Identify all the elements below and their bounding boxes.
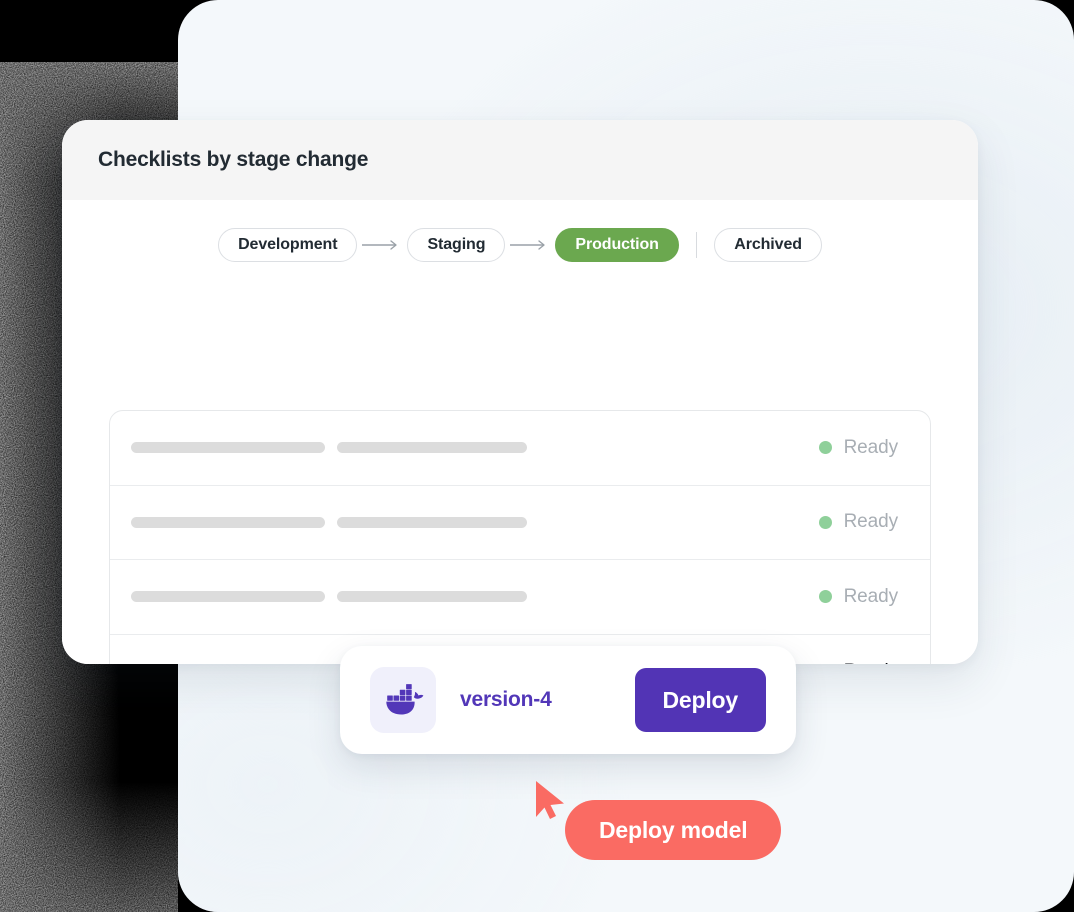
table-row[interactable]: Ready xyxy=(110,486,930,560)
deploy-button[interactable]: Deploy xyxy=(634,668,766,732)
table-row[interactable]: Ready xyxy=(110,560,930,635)
status-badge: Ready xyxy=(818,511,909,533)
checklist-list: Ready Ready Ready xyxy=(109,410,931,664)
status-badge: Ready xyxy=(818,436,909,459)
arrow-right-icon xyxy=(505,239,555,251)
checklists-card: Checklists by stage change Development S… xyxy=(62,120,978,664)
skeleton-bar xyxy=(131,516,325,528)
skeleton-bar xyxy=(337,591,527,603)
table-row[interactable]: Ready xyxy=(110,411,930,486)
status-dot-icon xyxy=(818,590,832,604)
status-badge: Ready xyxy=(818,585,909,608)
status-dot-icon xyxy=(818,441,832,455)
skeleton-bar xyxy=(337,442,527,454)
version-label: version-4 xyxy=(460,688,552,711)
row-placeholder-group xyxy=(131,516,527,528)
card-header: Checklists by stage change xyxy=(62,120,978,200)
stage-pill-production[interactable]: Production xyxy=(555,228,679,262)
stage-pipeline: Development Staging Production Archived xyxy=(62,200,978,262)
card-body: Development Staging Production Archived … xyxy=(62,200,978,664)
status-label: Ready xyxy=(843,436,899,458)
status-label: Ready xyxy=(843,585,899,607)
status-label: Ready xyxy=(844,661,899,664)
skeleton-bar xyxy=(337,516,527,528)
docker-whale-icon xyxy=(370,667,436,733)
skeleton-bar xyxy=(131,442,325,454)
skeleton-bar xyxy=(131,591,325,603)
stage-divider xyxy=(695,232,698,258)
row-placeholder-group xyxy=(131,591,527,603)
arrow-right-icon xyxy=(357,239,407,251)
row-placeholder-group xyxy=(131,442,527,454)
stage-pill-development[interactable]: Development xyxy=(218,228,358,262)
deploy-card: version-4 Deploy xyxy=(340,646,796,754)
status-badge: Ready xyxy=(819,661,909,664)
stage-pill-staging[interactable]: Staging xyxy=(407,228,506,262)
stage-pill-archived[interactable]: Archived xyxy=(714,228,822,262)
screenshot-root: Checklists by stage change Development S… xyxy=(0,0,1074,912)
arrow-pointer-icon xyxy=(534,779,574,832)
page-title: Checklists by stage change xyxy=(98,148,369,171)
tooltip-label: Deploy model xyxy=(599,816,748,843)
status-dot-icon xyxy=(818,515,832,529)
deploy-model-tooltip[interactable]: Deploy model xyxy=(565,800,782,860)
status-label: Ready xyxy=(843,511,899,533)
